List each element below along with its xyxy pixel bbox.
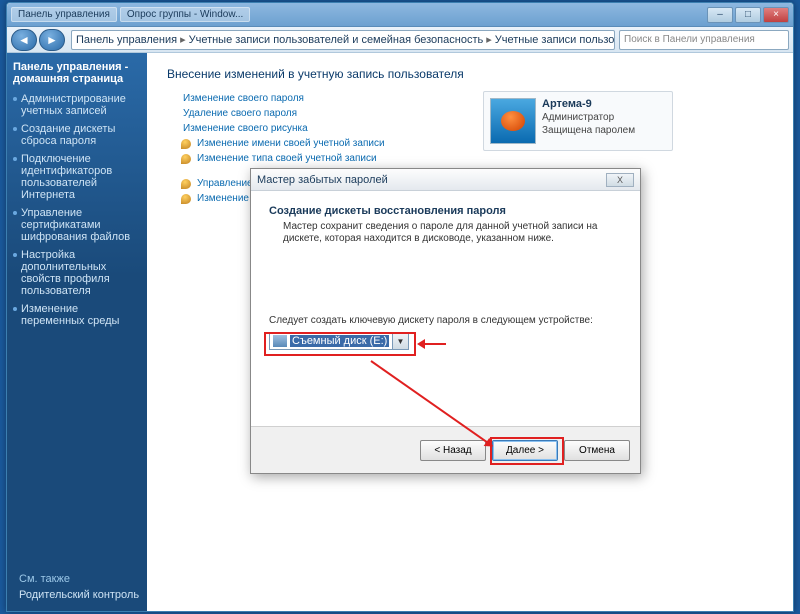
- sidebar: Панель управления - домашняя страница Ад…: [7, 53, 147, 611]
- search-input[interactable]: Поиск в Панели управления: [619, 30, 789, 50]
- sidebar-item[interactable]: Изменение переменных среды: [13, 303, 141, 327]
- combo-selected: Съемный диск (E:): [290, 335, 389, 347]
- title-tab-2[interactable]: Опрос группы - Window...: [120, 7, 250, 22]
- combo-label: Следует создать ключевую дискету пароля …: [269, 315, 622, 326]
- dialog-description: Мастер сохранит сведения о пароле для да…: [283, 221, 622, 245]
- cancel-button[interactable]: Отмена: [564, 440, 630, 461]
- task-link[interactable]: Изменение своего рисунка: [183, 123, 773, 134]
- avatar: [490, 98, 536, 144]
- drive-icon: [273, 335, 287, 347]
- user-protected: Защищена паролем: [542, 124, 635, 137]
- task-link-shield[interactable]: Изменение типа своей учетной записи: [183, 153, 773, 164]
- user-role: Администратор: [542, 111, 635, 124]
- breadcrumb[interactable]: Панель управления▸ Учетные записи пользо…: [71, 30, 615, 50]
- address-bar: ◄ ► Панель управления▸ Учетные записи по…: [7, 27, 793, 53]
- task-link[interactable]: Изменение своего пароля: [183, 93, 773, 104]
- sidebar-item[interactable]: Настройка дополнительных свойств профиля…: [13, 249, 141, 297]
- dialog-titlebar: Мастер забытых паролей X: [251, 169, 640, 191]
- window-titlebar: Панель управления Опрос группы - Window.…: [7, 3, 793, 27]
- nav-back-button[interactable]: ◄: [11, 29, 37, 51]
- breadcrumb-seg[interactable]: Панель управления: [76, 34, 177, 46]
- sidebar-item[interactable]: Подключение идентификаторов пользователе…: [13, 153, 141, 201]
- wizard-dialog: Мастер забытых паролей X Создание дискет…: [250, 168, 641, 474]
- dialog-footer: < Назад Далее > Отмена: [251, 427, 640, 473]
- page-title: Внесение изменений в учетную запись поль…: [167, 67, 773, 81]
- back-button[interactable]: < Назад: [420, 440, 486, 461]
- sidebar-item[interactable]: Администрирование учетных записей: [13, 93, 141, 117]
- nav-forward-button[interactable]: ►: [39, 29, 65, 51]
- user-name: Артема-9: [542, 98, 635, 111]
- sidebar-home[interactable]: Панель управления - домашняя страница: [13, 61, 141, 85]
- sidebar-item[interactable]: Создание дискеты сброса пароля: [13, 123, 141, 147]
- breadcrumb-seg[interactable]: Учетные записи пользователей: [495, 34, 615, 46]
- user-card: Артема-9 Администратор Защищена паролем: [483, 91, 673, 151]
- close-button[interactable]: ×: [763, 7, 789, 23]
- see-also-label: См. также: [19, 573, 70, 585]
- sidebar-item[interactable]: Управление сертификатами шифрования файл…: [13, 207, 141, 243]
- title-tab-1[interactable]: Панель управления: [11, 7, 117, 22]
- parental-control-link[interactable]: Родительский контроль: [19, 589, 139, 601]
- drive-combobox[interactable]: Съемный диск (E:) ▼: [269, 332, 409, 350]
- next-button[interactable]: Далее >: [492, 440, 558, 461]
- dialog-close-button[interactable]: X: [606, 173, 634, 187]
- dialog-title: Мастер забытых паролей: [257, 174, 388, 186]
- task-link-shield[interactable]: Изменение имени своей учетной записи: [183, 138, 773, 149]
- maximize-button[interactable]: □: [735, 7, 761, 23]
- dialog-heading: Создание дискеты восстановления пароля: [269, 205, 622, 217]
- minimize-button[interactable]: –: [707, 7, 733, 23]
- chevron-down-icon[interactable]: ▼: [392, 333, 408, 349]
- task-link[interactable]: Удаление своего пароля: [183, 108, 773, 119]
- breadcrumb-seg[interactable]: Учетные записи пользователей и семейная …: [189, 34, 484, 46]
